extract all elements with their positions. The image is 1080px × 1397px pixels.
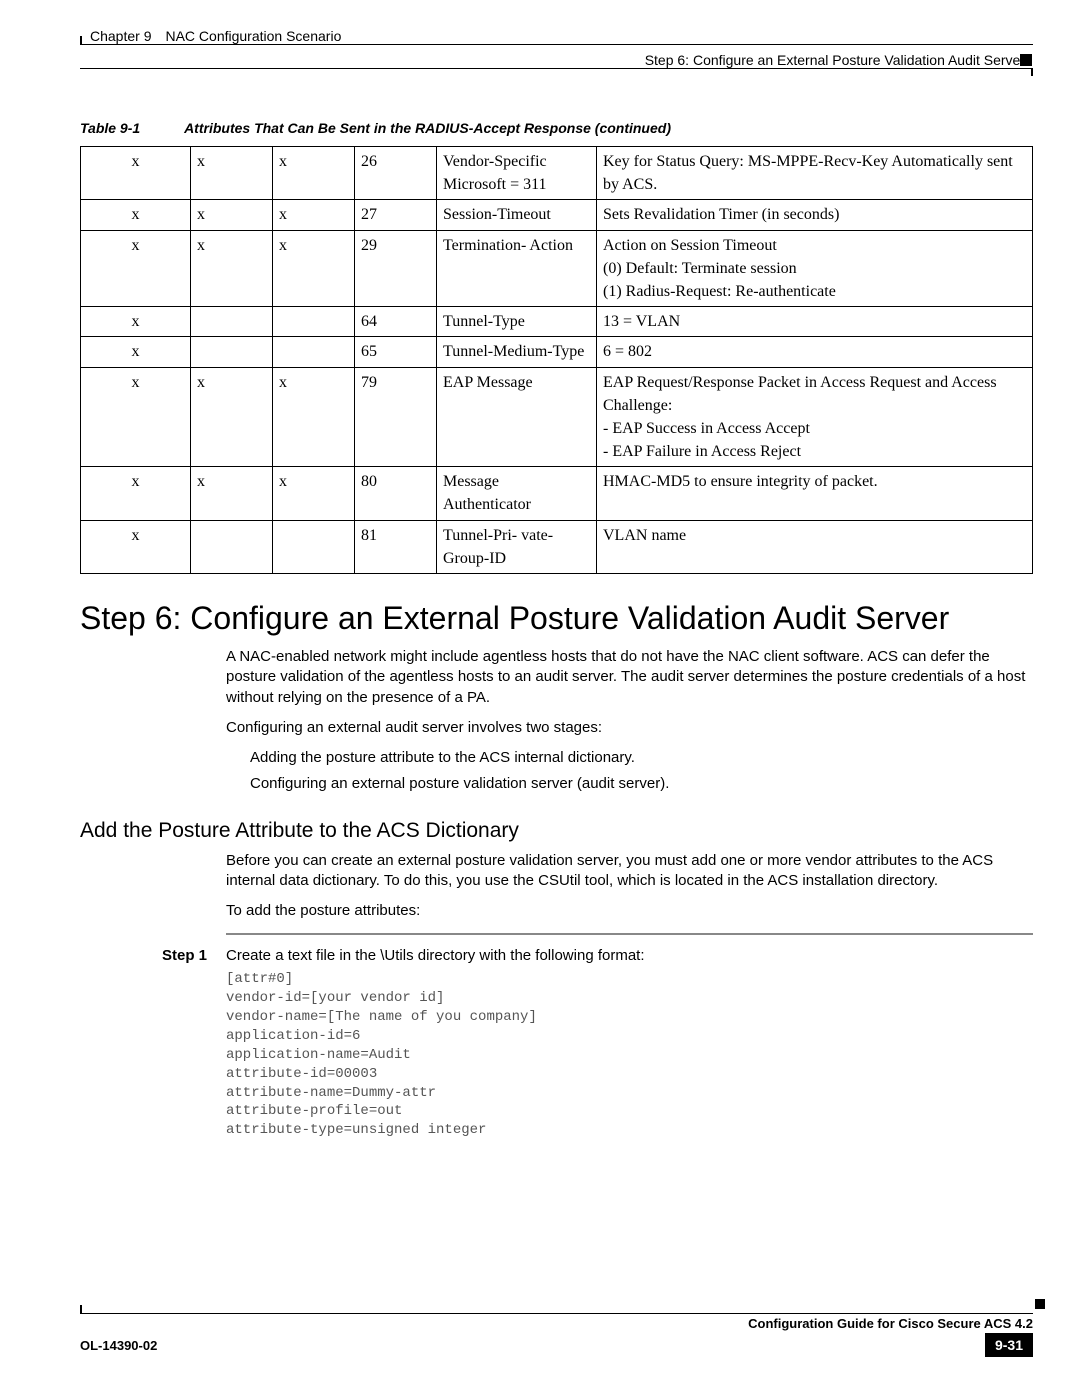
- table-cell: Termination- Action: [437, 230, 597, 307]
- table-cell: x: [81, 147, 191, 200]
- paragraph-2: Configuring an external audit server inv…: [226, 718, 1033, 738]
- table-caption-text: Attributes That Can Be Sent in the RADIU…: [184, 120, 671, 136]
- table-cell: 6 = 802: [597, 337, 1033, 367]
- table-cell: x: [273, 230, 355, 307]
- table-cell: x: [273, 200, 355, 230]
- table-number: Table 9-1: [80, 120, 140, 136]
- table-cell: EAP Request/Response Packet in Access Re…: [597, 367, 1033, 467]
- content-area: Table 9-1 Attributes That Can Be Sent in…: [80, 120, 1033, 1140]
- table-cell: 26: [355, 147, 437, 200]
- table-cell: [273, 307, 355, 337]
- section-title-header: Step 6: Configure an External Posture Va…: [645, 52, 1025, 68]
- footer-rule: [80, 1313, 1033, 1314]
- bullet-list: Adding the posture attribute to the ACS …: [250, 748, 1033, 795]
- bullet-1: Adding the posture attribute to the ACS …: [250, 748, 1033, 768]
- table-row: xxx29Termination- ActionAction on Sessio…: [81, 230, 1033, 307]
- table-cell: [273, 520, 355, 573]
- table-row: xxx27Session-TimeoutSets Revalidation Ti…: [81, 200, 1033, 230]
- table-cell: [191, 520, 273, 573]
- table-cell: x: [273, 147, 355, 200]
- table-cell: x: [191, 230, 273, 307]
- table-cell: Session-Timeout: [437, 200, 597, 230]
- table-cell: 81: [355, 520, 437, 573]
- subheading: Add the Posture Attribute to the ACS Dic…: [80, 819, 1033, 843]
- table-cell: Action on Session Timeout (0) Default: T…: [597, 230, 1033, 307]
- table-cell: x: [191, 467, 273, 520]
- table-cell: x: [191, 147, 273, 200]
- table-cell: x: [81, 230, 191, 307]
- step-1-text: Create a text file in the \Utils directo…: [226, 947, 1033, 964]
- footer-tick: [80, 1305, 82, 1313]
- table-cell: [273, 337, 355, 367]
- table-cell: x: [191, 367, 273, 467]
- table-row: xxx80Message AuthenticatorHMAC-MD5 to en…: [81, 467, 1033, 520]
- table-cell: [191, 307, 273, 337]
- code-block: [attr#0] vendor-id=[your vendor id] vend…: [226, 970, 1033, 1140]
- table-cell: x: [81, 200, 191, 230]
- paragraph-4: To add the posture attributes:: [226, 901, 1033, 921]
- table-cell: 79: [355, 367, 437, 467]
- page-number: 9-31: [985, 1333, 1033, 1357]
- table-cell: x: [81, 367, 191, 467]
- table-cell: Tunnel-Medium-Type: [437, 337, 597, 367]
- chapter-label: Chapter 9 NAC Configuration Scenario: [90, 28, 341, 44]
- table-cell: Sets Revalidation Timer (in seconds): [597, 200, 1033, 230]
- paragraph-1: A NAC-enabled network might include agen…: [226, 647, 1033, 708]
- table-cell: Tunnel-Type: [437, 307, 597, 337]
- table-cell: x: [191, 200, 273, 230]
- table-cell: 65: [355, 337, 437, 367]
- header-tick-top: [80, 36, 82, 44]
- footer-doc-number: OL-14390-02: [80, 1338, 157, 1353]
- table-cell: x: [81, 307, 191, 337]
- header-rule-top: [80, 44, 1033, 45]
- table-row: x 64Tunnel-Type13 = VLAN: [81, 307, 1033, 337]
- table-cell: x: [81, 337, 191, 367]
- table-row: xxx79EAP MessageEAP Request/Response Pac…: [81, 367, 1033, 467]
- table-cell: x: [273, 367, 355, 467]
- table-cell: x: [81, 520, 191, 573]
- table-cell: 13 = VLAN: [597, 307, 1033, 337]
- table-cell: 29: [355, 230, 437, 307]
- table-cell: [191, 337, 273, 367]
- footer-square-icon: [1035, 1299, 1045, 1309]
- table-cell: Message Authenticator: [437, 467, 597, 520]
- step-heading: Step 6: Configure an External Posture Va…: [80, 600, 1033, 637]
- table-cell: 80: [355, 467, 437, 520]
- table-cell: Vendor-Specific Microsoft = 311: [437, 147, 597, 200]
- attributes-table: xxx26Vendor-Specific Microsoft = 311Key …: [80, 146, 1033, 574]
- step-separator: [226, 933, 1033, 935]
- footer-guide-title: Configuration Guide for Cisco Secure ACS…: [748, 1316, 1033, 1331]
- paragraph-3: Before you can create an external postur…: [226, 851, 1033, 892]
- table-cell: x: [273, 467, 355, 520]
- table-cell: Key for Status Query: MS-MPPE-Recv-Key A…: [597, 147, 1033, 200]
- table-caption: Table 9-1 Attributes That Can Be Sent in…: [80, 120, 1033, 136]
- header-rule-bottom: [80, 68, 1033, 69]
- table-row: x 81Tunnel-Pri- vate-Group-IDVLAN name: [81, 520, 1033, 573]
- table-cell: EAP Message: [437, 367, 597, 467]
- step-1-row: Step 1 Create a text file in the \Utils …: [80, 947, 1033, 964]
- header-square-icon: [1020, 54, 1032, 66]
- bullet-2: Configuring an external posture validati…: [250, 774, 1033, 794]
- table-cell: x: [81, 467, 191, 520]
- table-cell: 27: [355, 200, 437, 230]
- table-cell: Tunnel-Pri- vate-Group-ID: [437, 520, 597, 573]
- table-row: xxx26Vendor-Specific Microsoft = 311Key …: [81, 147, 1033, 200]
- table-cell: 64: [355, 307, 437, 337]
- table-row: x 65Tunnel-Medium-Type6 = 802: [81, 337, 1033, 367]
- header-tick-bottom: [1031, 68, 1033, 76]
- document-page: Chapter 9 NAC Configuration Scenario Ste…: [0, 0, 1080, 1397]
- table-cell: HMAC-MD5 to ensure integrity of packet.: [597, 467, 1033, 520]
- step-1-label: Step 1: [80, 947, 226, 964]
- body-block-1: A NAC-enabled network might include agen…: [226, 647, 1033, 795]
- table-cell: VLAN name: [597, 520, 1033, 573]
- page-footer: Configuration Guide for Cisco Secure ACS…: [80, 1313, 1033, 1357]
- body-block-2: Before you can create an external postur…: [226, 851, 1033, 922]
